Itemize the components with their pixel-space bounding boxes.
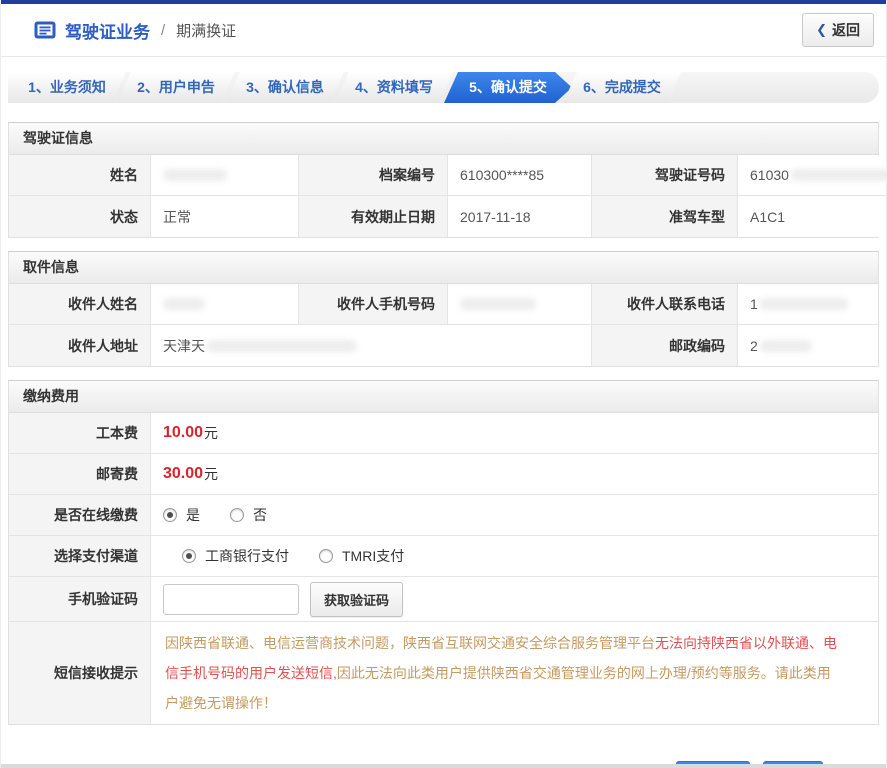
post-fee-amount: 30.00 (163, 465, 204, 482)
form-list-icon (34, 19, 56, 41)
sms-tip-text: 因陕西省联通、电信运营商技术问题，陕西省互联网交通安全综合服务管理平台无法向持陕… (151, 622, 878, 724)
status-label: 状态 (9, 196, 151, 237)
sms-tip-label: 短信接收提示 (9, 622, 151, 724)
radio-no-label: 否 (253, 507, 267, 523)
radio-tmri-label: TMRI支付 (342, 548, 405, 564)
redacted-value (759, 298, 848, 310)
radio-dot-icon (319, 549, 333, 563)
name-label: 姓名 (9, 155, 151, 196)
address-partial: 天津天 (163, 337, 205, 354)
license-no-value: 61030 (738, 155, 886, 196)
expiry-value: 2017-11-18 (448, 196, 592, 237)
online-pay-label: 是否在线缴费 (9, 495, 151, 536)
vehicle-class-label: 准驾车型 (592, 196, 738, 237)
pay-channel-label: 选择支付渠道 (9, 536, 151, 577)
breadcrumb-separator: / (161, 21, 166, 39)
step-5-confirm-submit-active[interactable]: 5、确认提交 (444, 72, 572, 103)
postcode-label: 邮政编码 (592, 325, 738, 366)
recipient-phone-value: 1 (738, 284, 878, 325)
radio-online-no[interactable]: 否 (230, 505, 267, 525)
expiry-label: 有效期止日期 (299, 196, 448, 237)
address-value: 天津天 (151, 325, 592, 366)
sms-code-label: 手机验证码 (9, 577, 151, 622)
recipient-mobile-label: 收件人手机号码 (299, 284, 448, 325)
recipient-name-label: 收件人姓名 (9, 284, 151, 325)
file-no-value: 610300****85 (448, 155, 592, 196)
address-label: 收件人地址 (9, 325, 151, 366)
payment-table: 工本费 10.00 元 邮寄费 30.00 元 是否在线缴费 是 否 选择支付渠… (9, 413, 878, 724)
recipient-name-value (151, 284, 299, 325)
file-no-label: 档案编号 (299, 155, 448, 196)
page-title: 驾驶证业务 (65, 22, 150, 42)
breadcrumb: 驾驶证业务 / 期满换证 (34, 18, 236, 43)
page: 驾驶证业务 / 期满换证 ❮ 返回 1、业务须知 2、用户申告 3、确认信息 4… (0, 0, 887, 768)
post-fee-value: 30.00 元 (151, 454, 878, 495)
sms-code-row: 获取验证码 (151, 577, 878, 622)
payment-section: 缴纳费用 工本费 10.00 元 邮寄费 30.00 元 是否在线缴费 是 否 (8, 380, 879, 725)
postcode-partial: 2 (750, 337, 758, 354)
license-info-title: 驾驶证信息 (9, 123, 878, 155)
header: 驾驶证业务 / 期满换证 ❮ 返回 (1, 4, 886, 57)
postcode-value: 2 (738, 325, 878, 366)
online-pay-options: 是 否 (151, 495, 878, 536)
radio-channel-icbc[interactable]: 工商银行支付 (182, 546, 289, 566)
currency-unit: 元 (204, 466, 219, 482)
recipient-phone-partial: 1 (750, 296, 758, 312)
radio-dot-icon (230, 508, 244, 522)
radio-channel-tmri[interactable]: TMRI支付 (319, 546, 404, 566)
radio-icbc-label: 工商银行支付 (205, 548, 289, 564)
back-button-label: 返回 (832, 22, 860, 38)
name-value (151, 155, 299, 196)
radio-dot-icon (182, 549, 196, 563)
redacted-value (207, 339, 357, 352)
post-fee-label: 邮寄费 (9, 454, 151, 495)
chevron-left-icon: ❮ (816, 22, 827, 37)
payment-title: 缴纳费用 (9, 381, 878, 413)
redacted-value (460, 298, 536, 310)
license-info-table: 姓名 档案编号 610300****85 驾驶证号码 61030 状态 正常 有… (9, 155, 886, 237)
get-code-button[interactable]: 获取验证码 (310, 581, 404, 617)
work-fee-label: 工本费 (9, 413, 151, 454)
work-fee-value: 10.00 元 (151, 413, 878, 454)
radio-online-yes[interactable]: 是 (163, 505, 200, 525)
back-button[interactable]: ❮ 返回 (802, 13, 874, 47)
license-no-label: 驾驶证号码 (592, 155, 738, 196)
redacted-value (759, 339, 812, 352)
pickup-info-title: 取件信息 (9, 252, 878, 284)
license-no-partial: 61030 (750, 167, 789, 183)
pay-channel-options: 工商银行支付 TMRI支付 (151, 536, 878, 577)
license-info-section: 驾驶证信息 姓名 档案编号 610300****85 驾驶证号码 61030 状… (8, 122, 886, 238)
redacted-value (163, 169, 227, 181)
radio-dot-icon (163, 508, 177, 522)
step-2-user-declaration[interactable]: 2、用户申告 (117, 72, 235, 103)
redacted-value (163, 298, 205, 310)
status-value: 正常 (151, 196, 299, 237)
steps-bar: 1、业务须知 2、用户申告 3、确认信息 4、资料填写 5、确认提交 6、完成提… (8, 72, 879, 103)
breadcrumb-current: 期满换证 (176, 22, 237, 40)
recipient-mobile-value (448, 284, 592, 325)
redacted-value (790, 169, 886, 181)
pickup-info-table: 收件人姓名 收件人手机号码 收件人联系电话 1 收件人地址 天津天 邮政编码 2 (9, 284, 878, 366)
sms-code-input[interactable] (163, 583, 299, 615)
currency-unit: 元 (204, 425, 219, 441)
step-1-business-notice[interactable]: 1、业务须知 (8, 72, 126, 103)
radio-yes-label: 是 (186, 507, 200, 523)
bottom-divider-bar (1, 764, 886, 768)
sms-tip-part1: 因陕西省联通、电信运营商技术问题，陕西省互联网交通安全综合服务管理平台 (165, 635, 655, 651)
work-fee-amount: 10.00 (163, 424, 204, 441)
step-3-confirm-info[interactable]: 3、确认信息 (226, 72, 344, 103)
vehicle-class-value: A1C1 (738, 196, 886, 237)
step-6-complete-submit[interactable]: 6、完成提交 (563, 72, 681, 103)
step-4-fill-data[interactable]: 4、资料填写 (335, 72, 453, 103)
recipient-phone-label: 收件人联系电话 (592, 284, 738, 325)
pickup-info-section: 取件信息 收件人姓名 收件人手机号码 收件人联系电话 1 收件人地址 天津天 邮… (8, 251, 879, 367)
